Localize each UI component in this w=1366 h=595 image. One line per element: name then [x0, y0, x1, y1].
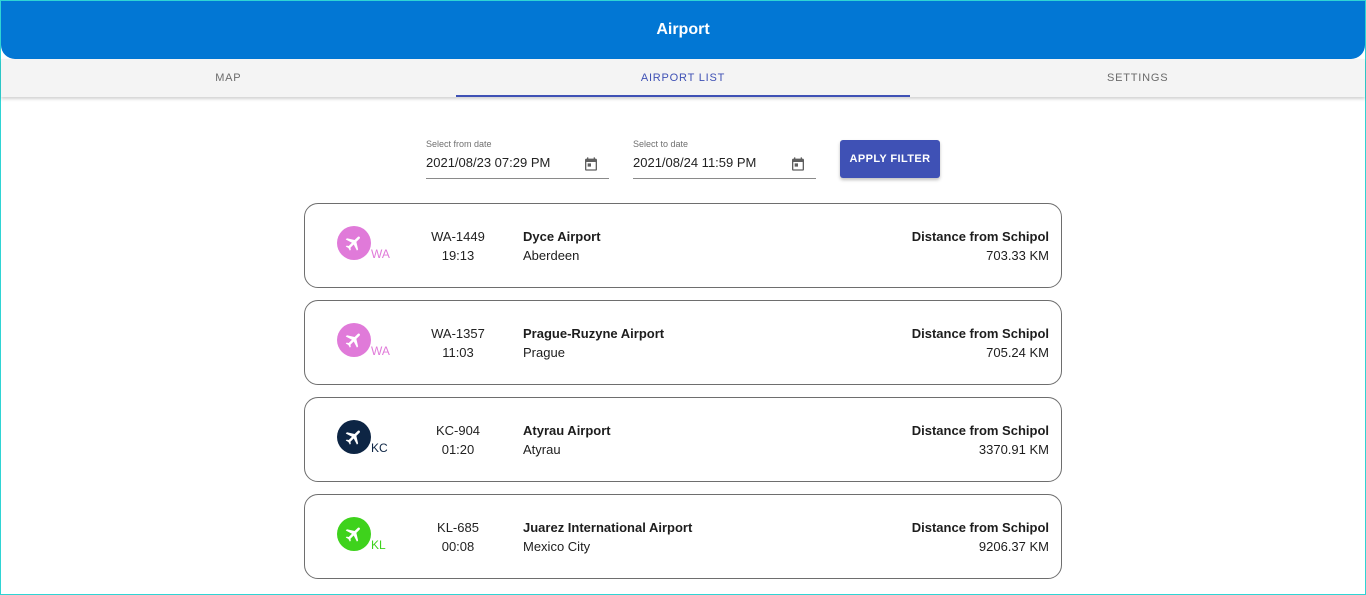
distance-value: 703.33 KM: [986, 248, 1049, 263]
to-date-label: Select to date: [633, 139, 689, 149]
tab-bar: MAP AIRPORT LIST SETTINGS: [1, 59, 1365, 97]
airport-city: Atyrau: [523, 442, 561, 457]
from-date-label: Select from date: [426, 139, 492, 149]
airplane-icon: [345, 430, 360, 445]
distance-label: Distance from Schipol: [911, 520, 1049, 535]
flight-card[interactable]: WA WA-1357 11:03 Prague-Ruzyne Airport P…: [304, 300, 1062, 385]
flight-card[interactable]: WA WA-1449 19:13 Dyce Airport Aberdeen D…: [304, 203, 1062, 288]
flight-card[interactable]: KC KC-904 01:20 Atyrau Airport Atyrau Di…: [304, 397, 1062, 482]
airplane-icon: [345, 333, 360, 348]
flight-number: KL-685: [437, 520, 479, 535]
airport-name: Prague-Ruzyne Airport: [523, 326, 665, 341]
distance-label: Distance from Schipol: [911, 326, 1049, 341]
from-date-field[interactable]: Select from date 2021/08/23 07:29 PM: [426, 139, 609, 179]
flight-time: 01:20: [441, 442, 475, 457]
airplane-icon: [345, 527, 360, 542]
tab-map[interactable]: MAP: [1, 59, 456, 97]
to-date-field[interactable]: Select to date 2021/08/24 11:59 PM: [633, 139, 816, 179]
airline-badge: [337, 420, 371, 454]
airport-city: Aberdeen: [523, 248, 580, 263]
airplane-icon: [345, 236, 360, 251]
airline-badge: [337, 517, 371, 551]
flight-time: 19:13: [441, 248, 475, 263]
calendar-icon[interactable]: [790, 156, 806, 172]
airline-badge: [337, 226, 371, 260]
distance-label: Distance from Schipol: [911, 229, 1049, 244]
airport-city: Mexico City: [523, 539, 591, 554]
flight-number: WA-1449: [431, 229, 485, 244]
flight-number: WA-1357: [431, 326, 485, 341]
airport-name: Juarez International Airport: [523, 520, 693, 535]
distance-value: 3370.91 KM: [978, 442, 1049, 457]
airport-city: Prague: [523, 345, 565, 360]
airline-code: WA: [371, 247, 390, 261]
airline-badge: [337, 323, 371, 357]
airline-code: KL: [371, 538, 386, 552]
flight-card[interactable]: KL KL-685 00:08 Juarez International Air…: [304, 494, 1062, 579]
to-date-input[interactable]: 2021/08/24 11:59 PM: [633, 155, 783, 170]
flight-number: KC-904: [435, 423, 481, 438]
from-date-input[interactable]: 2021/08/23 07:29 PM: [426, 155, 576, 170]
airport-name: Dyce Airport: [523, 229, 601, 244]
flight-time: 00:08: [441, 539, 475, 554]
airline-code: KC: [371, 441, 388, 455]
calendar-icon[interactable]: [583, 156, 599, 172]
flight-time: 11:03: [442, 345, 474, 360]
tab-settings[interactable]: SETTINGS: [910, 59, 1365, 97]
app-bar: Airport: [1, 1, 1365, 59]
apply-filter-button[interactable]: APPLY FILTER: [840, 140, 940, 178]
distance-value: 9206.37 KM: [978, 539, 1049, 554]
distance-label: Distance from Schipol: [911, 423, 1049, 438]
airport-name: Atyrau Airport: [523, 423, 611, 438]
tab-airport-list[interactable]: AIRPORT LIST: [455, 59, 911, 97]
airline-code: WA: [371, 344, 390, 358]
app-title: Airport: [656, 21, 710, 38]
distance-value: 705.24 KM: [986, 345, 1049, 360]
